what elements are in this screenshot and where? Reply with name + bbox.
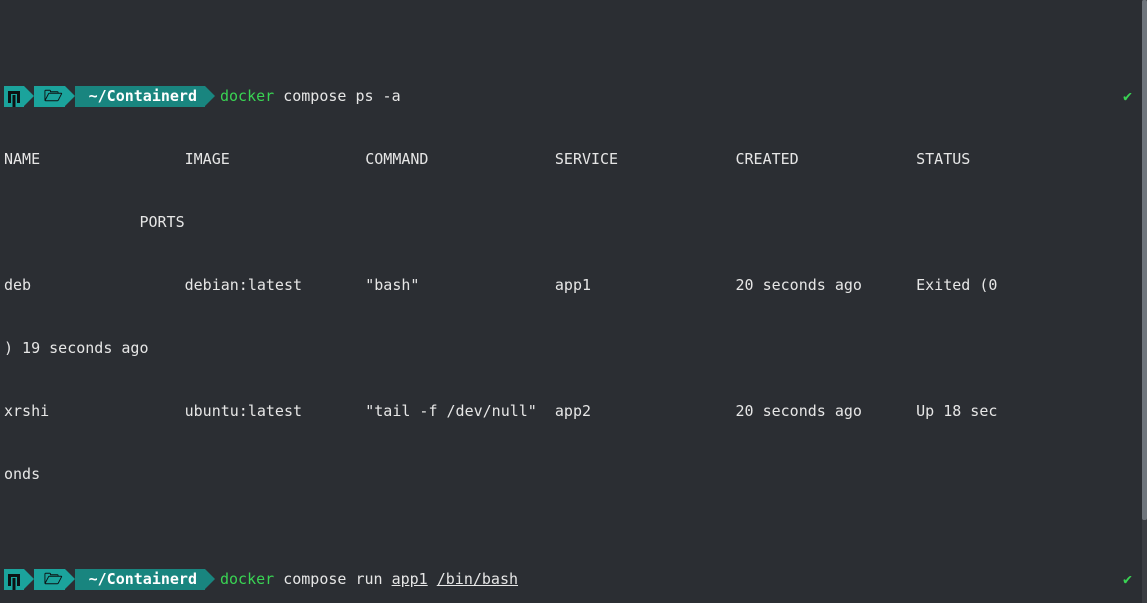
prompt-row: 🗁 ~/Containerd docker compose ps -a ✔ — [4, 86, 1142, 107]
output-line: PORTS — [4, 212, 1142, 233]
scrollbar-thumb[interactable] — [1142, 0, 1147, 520]
prompt-path: ~/Containerd — [75, 569, 205, 590]
distro-icon — [4, 86, 24, 107]
distro-icon — [4, 569, 24, 590]
command-text: docker compose ps -a — [205, 86, 401, 107]
success-icon: ✔ — [1123, 569, 1136, 590]
output-line: onds — [4, 464, 1142, 485]
command-text: docker compose run app1 /bin/bash — [205, 569, 518, 590]
folder-icon: 🗁 — [34, 86, 65, 107]
folder-icon: 🗁 — [34, 569, 65, 590]
success-icon: ✔ — [1123, 86, 1136, 107]
output-line: xrshi ubuntu:latest "tail -f /dev/null" … — [4, 401, 1142, 422]
output-line: deb debian:latest "bash" app1 20 seconds… — [4, 275, 1142, 296]
output-line: ) 19 seconds ago — [4, 338, 1142, 359]
prompt-row: 🗁 ~/Containerd docker compose run app1 /… — [4, 569, 1142, 590]
scrollbar-track[interactable] — [1142, 0, 1147, 603]
output-line: NAME IMAGE COMMAND SERVICE CREATED STATU… — [4, 149, 1142, 170]
terminal[interactable]: 🗁 ~/Containerd docker compose ps -a ✔ NA… — [0, 0, 1142, 603]
prompt-path: ~/Containerd — [75, 86, 205, 107]
